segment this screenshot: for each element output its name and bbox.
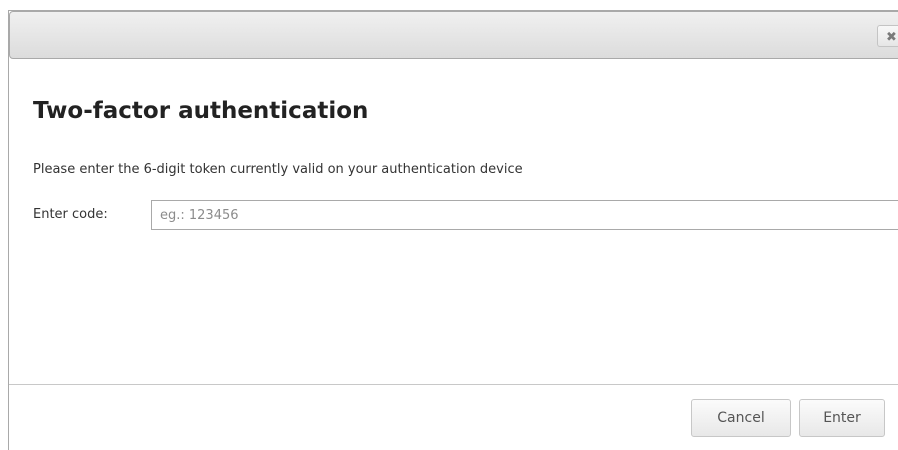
dialog-title: Two-factor authentication xyxy=(33,98,369,124)
two-factor-dialog: ✖ Two-factor authentication Please enter… xyxy=(8,10,898,450)
cancel-button[interactable]: Cancel xyxy=(691,399,791,437)
instruction-text: Please enter the 6-digit token currently… xyxy=(33,162,523,177)
dialog-titlebar[interactable]: ✖ xyxy=(9,11,898,59)
footer-divider xyxy=(9,384,898,385)
close-icon: ✖ xyxy=(886,30,897,45)
code-label: Enter code: xyxy=(33,207,108,222)
close-button[interactable]: ✖ xyxy=(877,25,898,47)
code-input[interactable] xyxy=(151,200,898,230)
enter-button[interactable]: Enter xyxy=(799,399,885,437)
